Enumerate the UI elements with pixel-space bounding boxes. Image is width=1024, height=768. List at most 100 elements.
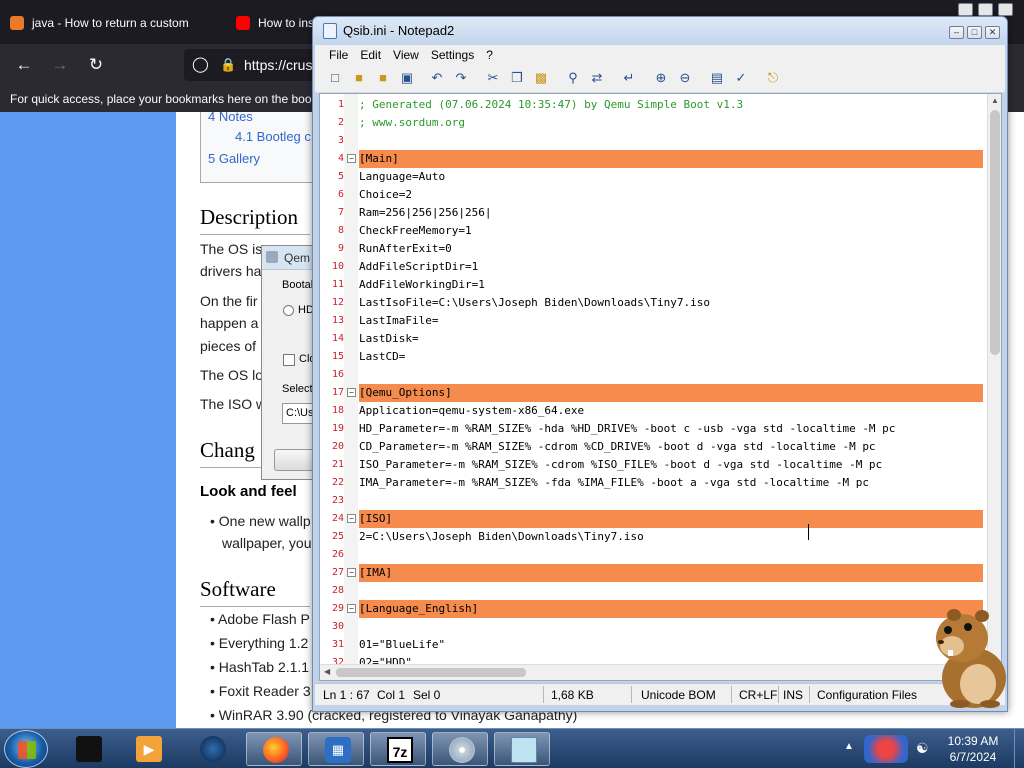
menu-file[interactable]: File xyxy=(323,45,354,65)
toc-item[interactable]: 4.1 Bootleg c xyxy=(235,129,311,144)
background-window-minimize[interactable] xyxy=(958,3,973,16)
open-folder-icon[interactable]: ■ xyxy=(351,70,367,86)
section-header-line[interactable]: [Language_English] xyxy=(359,600,983,618)
code-line[interactable]: Ram=256|256|256|256| xyxy=(359,204,983,222)
redo-icon[interactable]: ↷ xyxy=(453,70,469,86)
toc-item[interactable]: 5 Gallery xyxy=(208,151,260,166)
maximize-button[interactable]: □ xyxy=(967,26,982,39)
undo-icon[interactable]: ↶ xyxy=(429,70,445,86)
code-line[interactable]: LastDisk= xyxy=(359,330,983,348)
fold-toggle-icon[interactable]: − xyxy=(347,388,356,397)
notepad2-titlebar[interactable]: Qsib.ini - Notepad2 – □ ✕ xyxy=(313,17,1007,45)
menu-help[interactable]: ? xyxy=(480,45,499,65)
taskbar-app-3[interactable] xyxy=(184,732,240,766)
fold-toggle-icon[interactable]: − xyxy=(347,514,356,523)
code-line[interactable]: AddFileWorkingDir=1 xyxy=(359,276,983,294)
comment-line[interactable]: ; Generated (07.06.2024 10:35:47) by Qem… xyxy=(359,96,983,114)
scroll-up-icon[interactable]: ▲ xyxy=(991,96,999,105)
status-mode[interactable]: INS xyxy=(783,688,803,702)
back-arrow-icon[interactable]: ← xyxy=(14,55,34,75)
background-window-maximize[interactable] xyxy=(978,3,993,16)
horizontal-scroll-thumb[interactable] xyxy=(336,668,526,677)
taskbar-virtualbox[interactable]: ▦ xyxy=(308,732,364,766)
cut-icon[interactable]: ✂ xyxy=(485,70,501,86)
browser-tab-youtube[interactable]: How to ins xyxy=(236,8,316,38)
code-line[interactable]: AddFileScriptDir=1 xyxy=(359,258,983,276)
reload-icon[interactable]: ↻ xyxy=(86,55,106,75)
zoom-in-icon[interactable]: ⊕ xyxy=(653,70,669,86)
customize-icon[interactable]: ✓ xyxy=(733,70,749,86)
taskbar-notepad2[interactable] xyxy=(494,732,550,766)
save-icon[interactable]: ▣ xyxy=(399,70,415,86)
code-line[interactable] xyxy=(359,582,983,600)
status-encoding[interactable]: Unicode BOM xyxy=(641,688,716,702)
start-button[interactable] xyxy=(4,730,48,768)
forward-arrow-icon[interactable]: → xyxy=(50,55,70,75)
fold-toggle-icon[interactable]: − xyxy=(347,154,356,163)
scheme-icon[interactable]: ▤ xyxy=(709,70,725,86)
new-file-icon[interactable]: □ xyxy=(327,70,343,86)
exit-icon[interactable]: ⎋ xyxy=(765,70,781,86)
minimize-button[interactable]: – xyxy=(949,26,964,39)
toc-item[interactable]: 4 Notes xyxy=(208,109,253,124)
menu-view[interactable]: View xyxy=(387,45,425,65)
status-scheme[interactable]: Configuration Files xyxy=(817,688,917,702)
vertical-scrollbar[interactable]: ▲ xyxy=(987,94,1001,664)
code-line[interactable]: Language=Auto xyxy=(359,168,983,186)
find-icon[interactable]: ⚲ xyxy=(565,70,581,86)
code-line[interactable]: LastImaFile= xyxy=(359,312,983,330)
code-line[interactable]: IMA_Parameter=-m %RAM_SIZE% -fda %IMA_FI… xyxy=(359,474,983,492)
menu-edit[interactable]: Edit xyxy=(354,45,387,65)
code-line[interactable] xyxy=(359,132,983,150)
code-line[interactable]: RunAfterExit=0 xyxy=(359,240,983,258)
horizontal-scrollbar[interactable]: ◀ xyxy=(320,664,987,680)
replace-icon[interactable]: ⇄ xyxy=(589,70,605,86)
section-header-line[interactable]: [Qemu_Options] xyxy=(359,384,983,402)
section-header-line[interactable]: [Main] xyxy=(359,150,983,168)
background-window-close[interactable] xyxy=(998,3,1013,16)
code-line[interactable] xyxy=(359,618,983,636)
code-line[interactable]: CheckFreeMemory=1 xyxy=(359,222,983,240)
section-header-line[interactable]: [IMA] xyxy=(359,564,983,582)
taskbar-7zip[interactable]: 7z xyxy=(370,732,426,766)
zoom-out-icon[interactable]: ⊖ xyxy=(677,70,693,86)
comment-line[interactable]: ; www.sordum.org xyxy=(359,114,983,132)
show-desktop-button[interactable] xyxy=(1014,729,1024,768)
browser-tab-java[interactable]: java - How to return a custom xyxy=(10,8,215,38)
menu-settings[interactable]: Settings xyxy=(425,45,480,65)
qemu-hd-radio[interactable] xyxy=(283,305,294,316)
tray-expand-icon[interactable]: ▲ xyxy=(844,741,854,752)
code-line[interactable]: LastCD= xyxy=(359,348,983,366)
code-line[interactable] xyxy=(359,546,983,564)
code-line[interactable]: ISO_Parameter=-m %RAM_SIZE% -cdrom %ISO_… xyxy=(359,456,983,474)
browse-icon[interactable]: ■ xyxy=(375,70,391,86)
close-button[interactable]: ✕ xyxy=(985,26,1000,39)
paste-icon[interactable]: ▩ xyxy=(533,70,549,86)
code-line[interactable] xyxy=(359,366,983,384)
code-line[interactable]: 2=C:\Users\Joseph Biden\Downloads\Tiny7.… xyxy=(359,528,983,546)
taskbar-firefox[interactable] xyxy=(246,732,302,766)
section-header-line[interactable]: [ISO] xyxy=(359,510,983,528)
taskbar-disc[interactable] xyxy=(432,732,488,766)
fold-toggle-icon[interactable]: − xyxy=(347,568,356,577)
vertical-scroll-thumb[interactable] xyxy=(990,110,1000,355)
copy-icon[interactable]: ❐ xyxy=(509,70,525,86)
status-eol[interactable]: CR+LF xyxy=(739,688,777,702)
code-line[interactable]: LastIsoFile=C:\Users\Joseph Biden\Downlo… xyxy=(359,294,983,312)
tray-app-icon[interactable] xyxy=(864,735,908,763)
editor-area[interactable]: 1 ; Generated (07.06.2024 10:35:47) by Qe… xyxy=(319,93,1002,681)
code-line[interactable]: HD_Parameter=-m %RAM_SIZE% -hda %HD_DRIV… xyxy=(359,420,983,438)
taskbar-app-2[interactable]: ▶ xyxy=(120,732,176,766)
code-line[interactable] xyxy=(359,492,983,510)
network-icon[interactable]: ☯ xyxy=(916,740,929,757)
qemu-checkbox[interactable] xyxy=(283,354,295,366)
code-line[interactable]: CD_Parameter=-m %RAM_SIZE% -cdrom %CD_DR… xyxy=(359,438,983,456)
word-wrap-icon[interactable]: ↵ xyxy=(621,70,637,86)
scroll-left-icon[interactable]: ◀ xyxy=(324,667,330,676)
taskbar-app-1[interactable] xyxy=(60,732,116,766)
fold-toggle-icon[interactable]: − xyxy=(347,604,356,613)
system-clock[interactable]: 10:39 AM 6/7/2024 xyxy=(938,733,1008,765)
code-line[interactable]: Application=qemu-system-x86_64.exe xyxy=(359,402,983,420)
code-line[interactable]: 01="BlueLife" xyxy=(359,636,983,654)
code-line[interactable]: Choice=2 xyxy=(359,186,983,204)
